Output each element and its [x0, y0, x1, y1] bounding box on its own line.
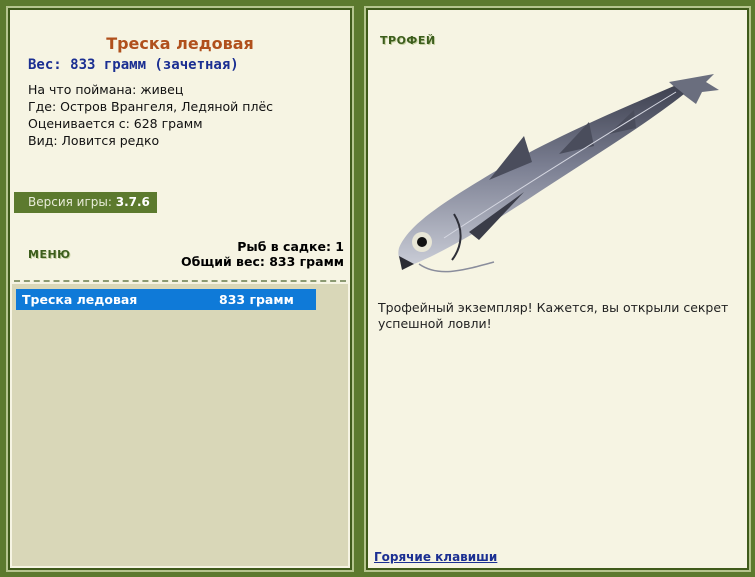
- keepnet-stats: Рыб в садке: 1 Общий вес: 833 грамм: [181, 239, 344, 269]
- fish-title: Треска ледовая: [106, 34, 254, 53]
- info-bait: На что поймана: живец: [28, 82, 184, 97]
- hotkeys-link[interactable]: Горячие клавиши: [374, 550, 497, 564]
- fish-count: Рыб в садке: 1: [237, 239, 344, 254]
- total-weight: Общий вес: 833 грамм: [181, 254, 344, 269]
- version-badge: Версия игры: 3.7.6: [14, 192, 157, 213]
- catch-name: Треска ледовая: [22, 292, 138, 307]
- version-value: 3.7.6: [115, 195, 150, 209]
- version-label: Версия игры:: [28, 195, 112, 209]
- fish-weight: Вес: 833 грамм (зачетная): [28, 57, 239, 73]
- menu-button[interactable]: МЕНЮ: [28, 248, 71, 261]
- fish-info: На что поймана: живец Где: Остров Вранге…: [28, 81, 273, 149]
- cod-fish-image: [398, 74, 719, 273]
- info-kind: Вид: Ловится редко: [28, 133, 160, 148]
- info-location: Где: Остров Врангеля, Ледяной плёс: [28, 99, 274, 114]
- catch-list: Треска ледовая 833 грамм: [12, 284, 348, 566]
- dashed-divider: [14, 280, 346, 282]
- trophy-text: Трофейный экземпляр! Кажется, вы открыли…: [378, 300, 729, 331]
- right-panel: ТРОФЕЙ Трофейный экземпляр! Кажется, вы …: [364, 6, 751, 572]
- list-item[interactable]: Треска ледовая 833 грамм: [16, 289, 316, 310]
- info-threshold: Оценивается с: 628 грамм: [28, 116, 203, 131]
- catch-weight: 833 грамм: [219, 292, 294, 307]
- left-panel: Треска ледовая Вес: 833 грамм (зачетная)…: [6, 6, 354, 572]
